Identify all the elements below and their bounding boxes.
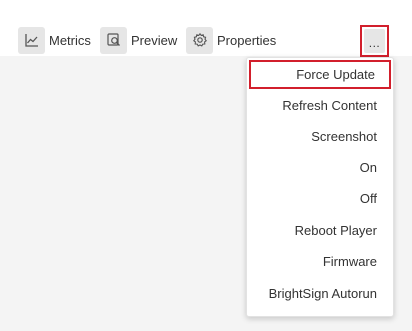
properties-button[interactable]: Properties bbox=[186, 26, 276, 54]
menu-item-on[interactable]: On bbox=[247, 152, 393, 183]
preview-label: Preview bbox=[131, 32, 178, 48]
more-options-button[interactable]: ... bbox=[360, 25, 389, 57]
metrics-button[interactable]: Metrics bbox=[18, 26, 91, 54]
menu-item-off[interactable]: Off bbox=[247, 183, 393, 214]
metrics-label: Metrics bbox=[49, 32, 91, 48]
menu-item-refresh-content[interactable]: Refresh Content bbox=[247, 90, 393, 121]
menu-item-reboot-player[interactable]: Reboot Player bbox=[247, 215, 393, 246]
gear-icon bbox=[186, 26, 213, 54]
line-chart-icon bbox=[18, 26, 45, 54]
menu-item-screenshot[interactable]: Screenshot bbox=[247, 121, 393, 152]
menu-item-force-update[interactable]: Force Update bbox=[249, 60, 391, 89]
preview-button[interactable]: Preview bbox=[100, 26, 177, 54]
more-options-menu: Force Update Refresh Content Screenshot … bbox=[246, 57, 394, 317]
menu-item-brightsign-autorun[interactable]: BrightSign Autorun bbox=[247, 278, 393, 309]
menu-item-firmware[interactable]: Firmware bbox=[247, 246, 393, 277]
preview-search-icon bbox=[100, 26, 127, 54]
more-options-icon: ... bbox=[364, 29, 385, 53]
toolbar: Metrics Preview Properties ... bbox=[0, 0, 412, 57]
properties-label: Properties bbox=[217, 32, 277, 48]
